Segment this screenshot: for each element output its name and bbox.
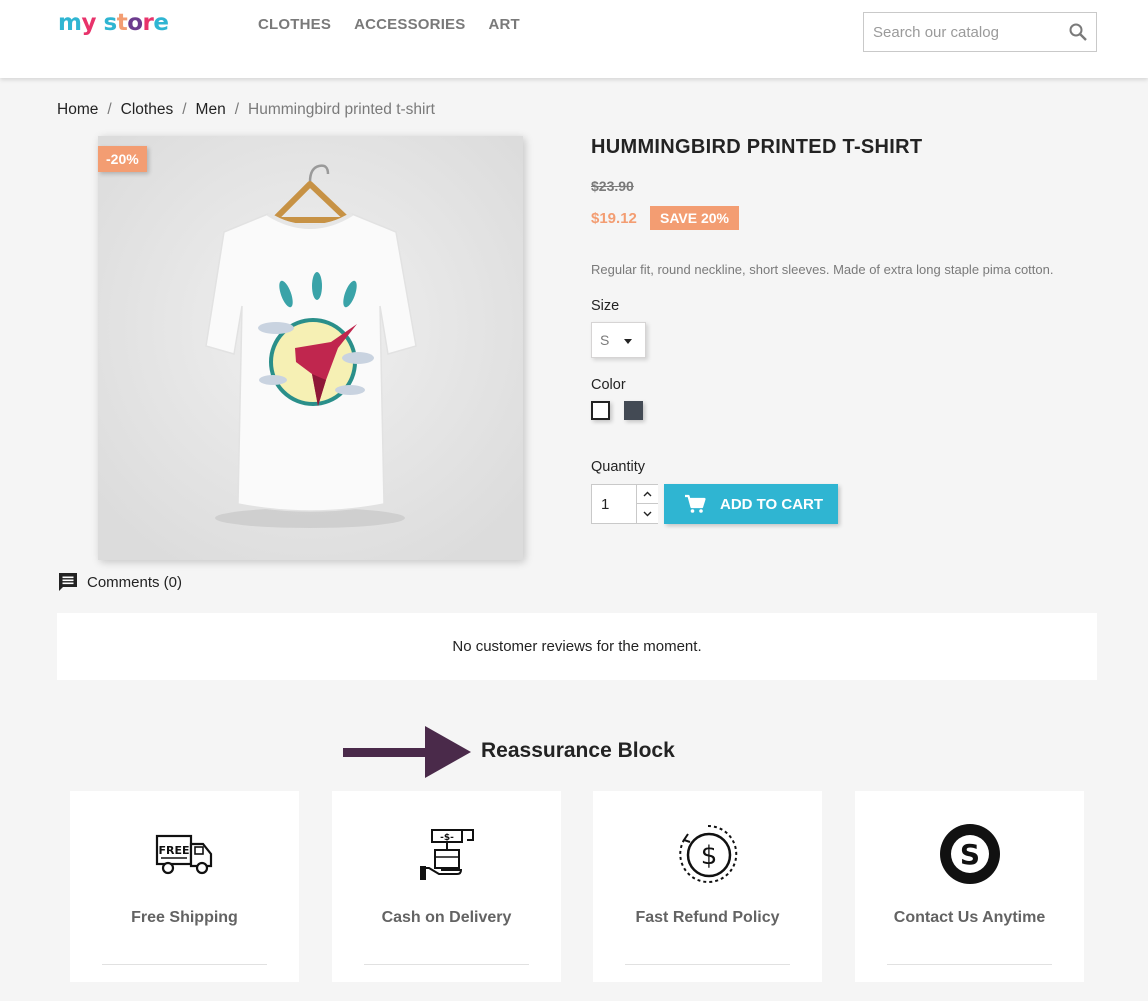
divider (625, 964, 790, 965)
caret-down-icon (624, 339, 632, 344)
truck-icon: FREE (70, 821, 299, 886)
product-title: HUMMINGBIRD PRINTED T-SHIRT (591, 136, 923, 158)
comments-tab[interactable]: Comments (0) (58, 572, 182, 592)
search-icon[interactable] (1068, 22, 1088, 42)
quantity-decrement-button[interactable] (636, 504, 658, 523)
svg-text:-$-: -$- (440, 833, 454, 843)
cart-icon (685, 494, 706, 513)
store-logo[interactable]: my store (58, 10, 169, 36)
reassurance-card-contact: S Contact Us Anytime (855, 791, 1084, 982)
divider (887, 964, 1052, 965)
save-badge: SAVE 20% (650, 206, 739, 230)
quantity-input[interactable] (592, 485, 636, 523)
tshirt-illustration (98, 136, 523, 560)
main-nav: CLOTHES ACCESSORIES ART (258, 16, 520, 33)
chevron-up-icon (643, 491, 652, 497)
reassurance-card-cash-on-delivery: -$- Cash on Delivery (332, 791, 561, 982)
reassurance-label: Contact Us Anytime (893, 909, 1046, 926)
breadcrumb-current: Hummingbird printed t-shirt (248, 101, 435, 118)
discount-flag: -20% (98, 146, 147, 172)
add-to-cart-button[interactable]: ADD TO CART (664, 484, 838, 524)
quantity-stepper (591, 484, 658, 524)
reassurance-card-fast-refund: $ Fast Refund Policy (593, 791, 822, 982)
search-input[interactable] (864, 13, 1054, 51)
reassurance-label: Fast Refund Policy (635, 909, 780, 926)
svg-text:$: $ (700, 841, 717, 871)
breadcrumb-separator: / (107, 101, 112, 118)
reassurance-title: Reassurance Block (481, 739, 675, 762)
no-reviews-message: No customer reviews for the moment. (452, 638, 702, 655)
reviews-panel: No customer reviews for the moment. (57, 613, 1097, 680)
size-label: Size (591, 298, 620, 314)
breadcrumb-men[interactable]: Men (196, 101, 226, 119)
svg-text:FREE: FREE (158, 844, 189, 857)
reassurance-card-free-shipping: FREE Free Shipping (70, 791, 299, 982)
product-description: Regular fit, round neckline, short sleev… (591, 262, 1054, 277)
divider (364, 964, 529, 965)
reassurance-label: Free Shipping (131, 909, 238, 926)
arrow-right-icon (343, 726, 471, 778)
comments-tab-label: Comments (0) (87, 573, 183, 591)
breadcrumb-separator: / (234, 101, 240, 118)
color-swatch-black[interactable] (624, 401, 643, 420)
nav-item-accessories[interactable]: ACCESSORIES (354, 16, 465, 33)
size-select-value: S (600, 332, 610, 348)
nav-item-clothes[interactable]: CLOTHES (258, 16, 331, 33)
comment-icon (59, 573, 77, 591)
breadcrumb-separator: / (182, 101, 187, 118)
breadcrumb: Home / Clothes / Men / Hummingbird print… (57, 101, 435, 119)
cash-on-delivery-icon: -$- (332, 821, 561, 886)
color-swatch-white[interactable] (591, 401, 610, 420)
nav-item-art[interactable]: ART (488, 16, 519, 33)
regular-price: $23.90 (591, 178, 634, 194)
refund-dollar-icon: $ (593, 821, 822, 886)
site-header: my store CLOTHES ACCESSORIES ART (0, 0, 1148, 78)
breadcrumb-clothes[interactable]: Clothes (121, 101, 174, 119)
quantity-increment-button[interactable] (636, 485, 658, 504)
skype-icon: S (855, 821, 1084, 886)
current-price: $19.12 (591, 210, 637, 227)
add-to-cart-label: ADD TO CART (720, 495, 824, 513)
divider (102, 964, 267, 965)
reassurance-label: Cash on Delivery (381, 909, 512, 926)
search-box (863, 12, 1097, 52)
svg-text:S: S (959, 838, 979, 871)
size-select[interactable]: S (591, 322, 646, 358)
breadcrumb-home[interactable]: Home (57, 101, 98, 119)
color-label: Color (591, 377, 626, 393)
quantity-label: Quantity (591, 459, 645, 475)
product-image[interactable] (98, 136, 523, 560)
chevron-down-icon (643, 511, 652, 516)
